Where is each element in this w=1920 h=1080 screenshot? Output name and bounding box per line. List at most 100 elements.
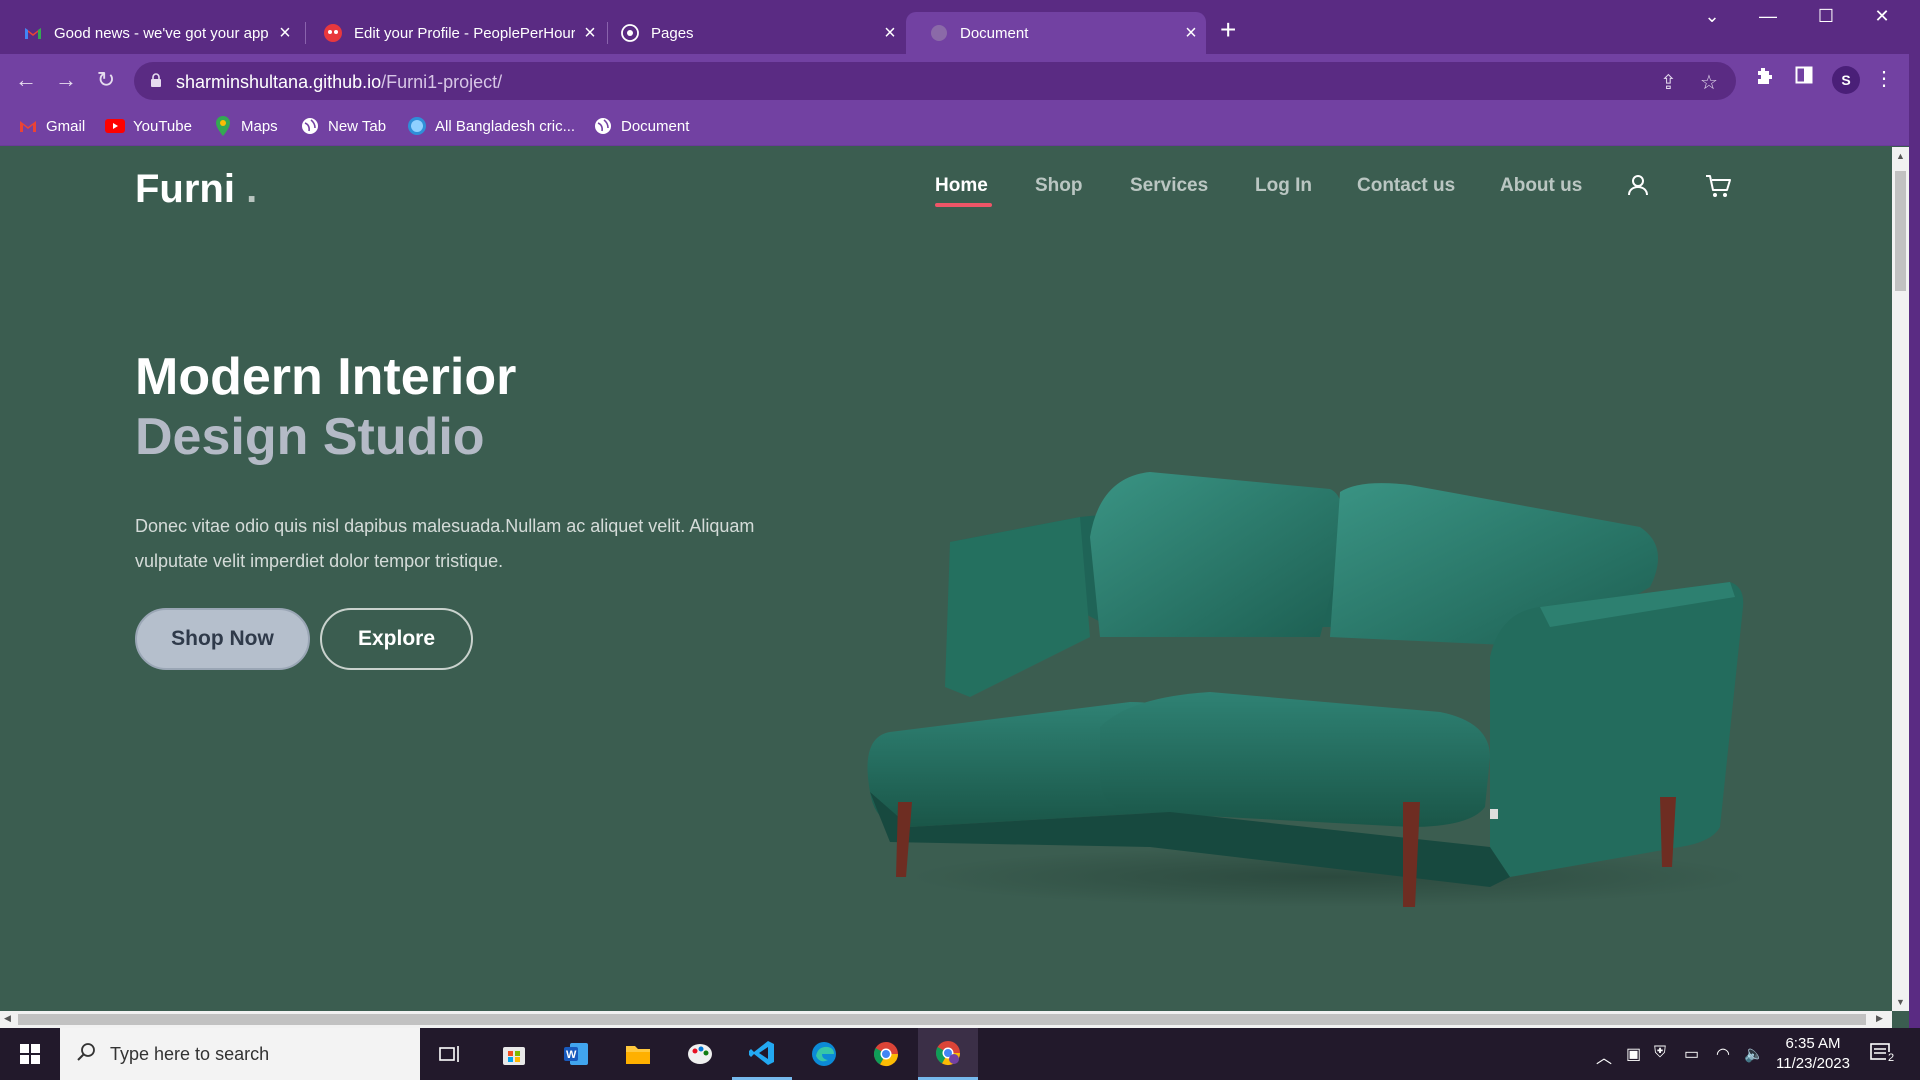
- tab-document[interactable]: Document ×: [906, 12, 1206, 54]
- close-icon[interactable]: ×: [270, 22, 300, 45]
- bookmark-cricket[interactable]: All Bangladesh cric...: [407, 116, 575, 136]
- paint-icon[interactable]: [670, 1028, 730, 1080]
- nav-shop[interactable]: Shop: [1035, 175, 1083, 197]
- share-icon[interactable]: ⇪: [1660, 70, 1677, 95]
- tab-title: Good news - we've got your app: [54, 24, 269, 42]
- file-explorer-icon[interactable]: [608, 1028, 668, 1080]
- back-button[interactable]: ←: [12, 66, 40, 94]
- scroll-thumb[interactable]: [18, 1014, 1866, 1025]
- site-logo[interactable]: Furni .: [135, 167, 257, 212]
- address-bar[interactable]: sharminshultana.github.io/Furni1-project…: [134, 62, 1736, 100]
- taskbar-search[interactable]: Type here to search: [60, 1028, 420, 1080]
- bookmark-label: Document: [621, 117, 690, 135]
- reload-button[interactable]: ↻: [92, 66, 120, 94]
- url-host: sharminshultana.github.io: [176, 72, 382, 92]
- maximize-button[interactable]: ☐: [1806, 6, 1846, 27]
- chrome-icon[interactable]: [856, 1028, 916, 1080]
- nav-home[interactable]: Home: [935, 175, 988, 197]
- bookmark-youtube[interactable]: YouTube: [105, 116, 192, 136]
- nav-login[interactable]: Log In: [1255, 175, 1312, 197]
- nav-active-indicator: [935, 203, 992, 207]
- nav-contact[interactable]: Contact us: [1357, 175, 1455, 197]
- bookmark-label: New Tab: [328, 117, 387, 135]
- edge-icon[interactable]: [794, 1028, 854, 1080]
- volume-icon[interactable]: 🔈: [1744, 1044, 1764, 1064]
- url-path: /Furni1-project/: [381, 72, 503, 92]
- scroll-down-arrow[interactable]: ▼: [1892, 997, 1909, 1007]
- system-clock[interactable]: 6:35 AM 11/23/2023: [1768, 1034, 1858, 1074]
- vertical-scrollbar[interactable]: ▲ ▼: [1892, 147, 1909, 1011]
- extensions-icon[interactable]: [1750, 66, 1778, 92]
- browser-tab-strip: Good news - we've got your app × Edit yo…: [0, 0, 1920, 54]
- user-icon[interactable]: [1626, 173, 1650, 202]
- store-icon[interactable]: [484, 1028, 544, 1080]
- globe-icon: [930, 24, 948, 42]
- horizontal-scrollbar[interactable]: ◀ ▶: [0, 1011, 1892, 1028]
- chevron-up-icon[interactable]: ︿: [1596, 1044, 1612, 1068]
- close-icon[interactable]: ×: [1176, 22, 1206, 45]
- menu-icon[interactable]: ⋮: [1870, 66, 1898, 91]
- tab-peopleperhour[interactable]: Edit your Profile - PeoplePerHour ×: [300, 12, 605, 54]
- gmail-icon: [24, 24, 42, 42]
- nav-about[interactable]: About us: [1500, 175, 1582, 197]
- url-text: sharminshultana.github.io/Furni1-project…: [176, 72, 502, 93]
- tab-search-icon[interactable]: ⌄: [1692, 6, 1732, 27]
- close-icon[interactable]: ×: [575, 22, 605, 45]
- nav-services[interactable]: Services: [1130, 175, 1208, 197]
- vscode-icon[interactable]: [732, 1028, 792, 1080]
- notification-icon[interactable]: 2: [1870, 1042, 1897, 1071]
- globe-icon: [300, 116, 320, 136]
- scroll-left-arrow[interactable]: ◀: [4, 1013, 11, 1024]
- shop-now-button[interactable]: Shop Now: [135, 608, 310, 670]
- search-icon: [76, 1042, 96, 1067]
- bookmark-maps[interactable]: Maps: [213, 116, 278, 136]
- forward-button[interactable]: →: [52, 66, 80, 94]
- bookmarks-bar: Gmail YouTube Maps New Tab All Banglades…: [0, 106, 1920, 146]
- peopleperhour-icon: [324, 24, 342, 42]
- scroll-right-arrow[interactable]: ▶: [1876, 1013, 1883, 1024]
- search-placeholder: Type here to search: [110, 1043, 270, 1064]
- bookmark-document[interactable]: Document: [593, 116, 689, 136]
- lock-icon: [150, 73, 162, 93]
- scroll-up-arrow[interactable]: ▲: [1892, 151, 1909, 161]
- minimize-button[interactable]: —: [1748, 6, 1788, 27]
- cart-icon[interactable]: [1704, 173, 1732, 204]
- tab-title: Pages: [651, 24, 694, 42]
- youtube-icon: [105, 116, 125, 136]
- battery-icon[interactable]: ▭: [1684, 1044, 1699, 1064]
- scroll-thumb[interactable]: [1895, 171, 1906, 291]
- close-icon[interactable]: ×: [875, 22, 905, 45]
- sofa-image: [867, 472, 1750, 907]
- tab-pages[interactable]: Pages ×: [607, 12, 905, 54]
- tab-gmail[interactable]: Good news - we've got your app ×: [0, 12, 300, 54]
- github-icon: [621, 24, 639, 42]
- bookmark-label: Gmail: [46, 117, 86, 135]
- windows-icon: [20, 1044, 40, 1064]
- new-tab-button[interactable]: +: [1220, 14, 1236, 46]
- task-view-icon[interactable]: [420, 1028, 480, 1080]
- gmail-icon: [18, 116, 38, 136]
- chrome-profile-icon[interactable]: [918, 1028, 978, 1080]
- cricket-icon: [407, 116, 427, 136]
- meet-now-icon[interactable]: ▣: [1626, 1044, 1641, 1064]
- close-window-button[interactable]: ✕: [1862, 6, 1902, 27]
- bookmark-new-tab[interactable]: New Tab: [300, 116, 386, 136]
- logo-text: Furni: [135, 167, 235, 211]
- bookmark-star-icon[interactable]: ☆: [1700, 70, 1718, 95]
- tab-title: Edit your Profile - PeoplePerHour: [354, 24, 575, 42]
- windows-taskbar: Type here to search W ︿ ▣ ⛨ ▭ ◠ 🔈 6:35 A…: [0, 1028, 1920, 1080]
- hero-description: Donec vitae odio quis nisl dapibus males…: [135, 516, 755, 571]
- security-icon[interactable]: ⛨: [1654, 1044, 1666, 1062]
- browser-toolbar: ← → ↻ sharminshultana.github.io/Furni1-p…: [0, 54, 1920, 106]
- wifi-icon[interactable]: ◠: [1716, 1044, 1730, 1064]
- explore-button[interactable]: Explore: [320, 608, 473, 670]
- start-button[interactable]: [0, 1028, 60, 1080]
- word-icon[interactable]: W: [546, 1028, 606, 1080]
- side-panel-icon[interactable]: [1790, 66, 1818, 90]
- furni-website: Furni . Home Shop Services Log In Contac…: [0, 147, 1892, 1011]
- profile-avatar[interactable]: S: [1832, 66, 1860, 94]
- bookmark-gmail[interactable]: Gmail: [18, 116, 85, 136]
- clock-date: 11/23/2023: [1776, 1055, 1850, 1072]
- hero-title-line2: Design Studio: [135, 408, 485, 466]
- bookmark-label: YouTube: [133, 117, 192, 135]
